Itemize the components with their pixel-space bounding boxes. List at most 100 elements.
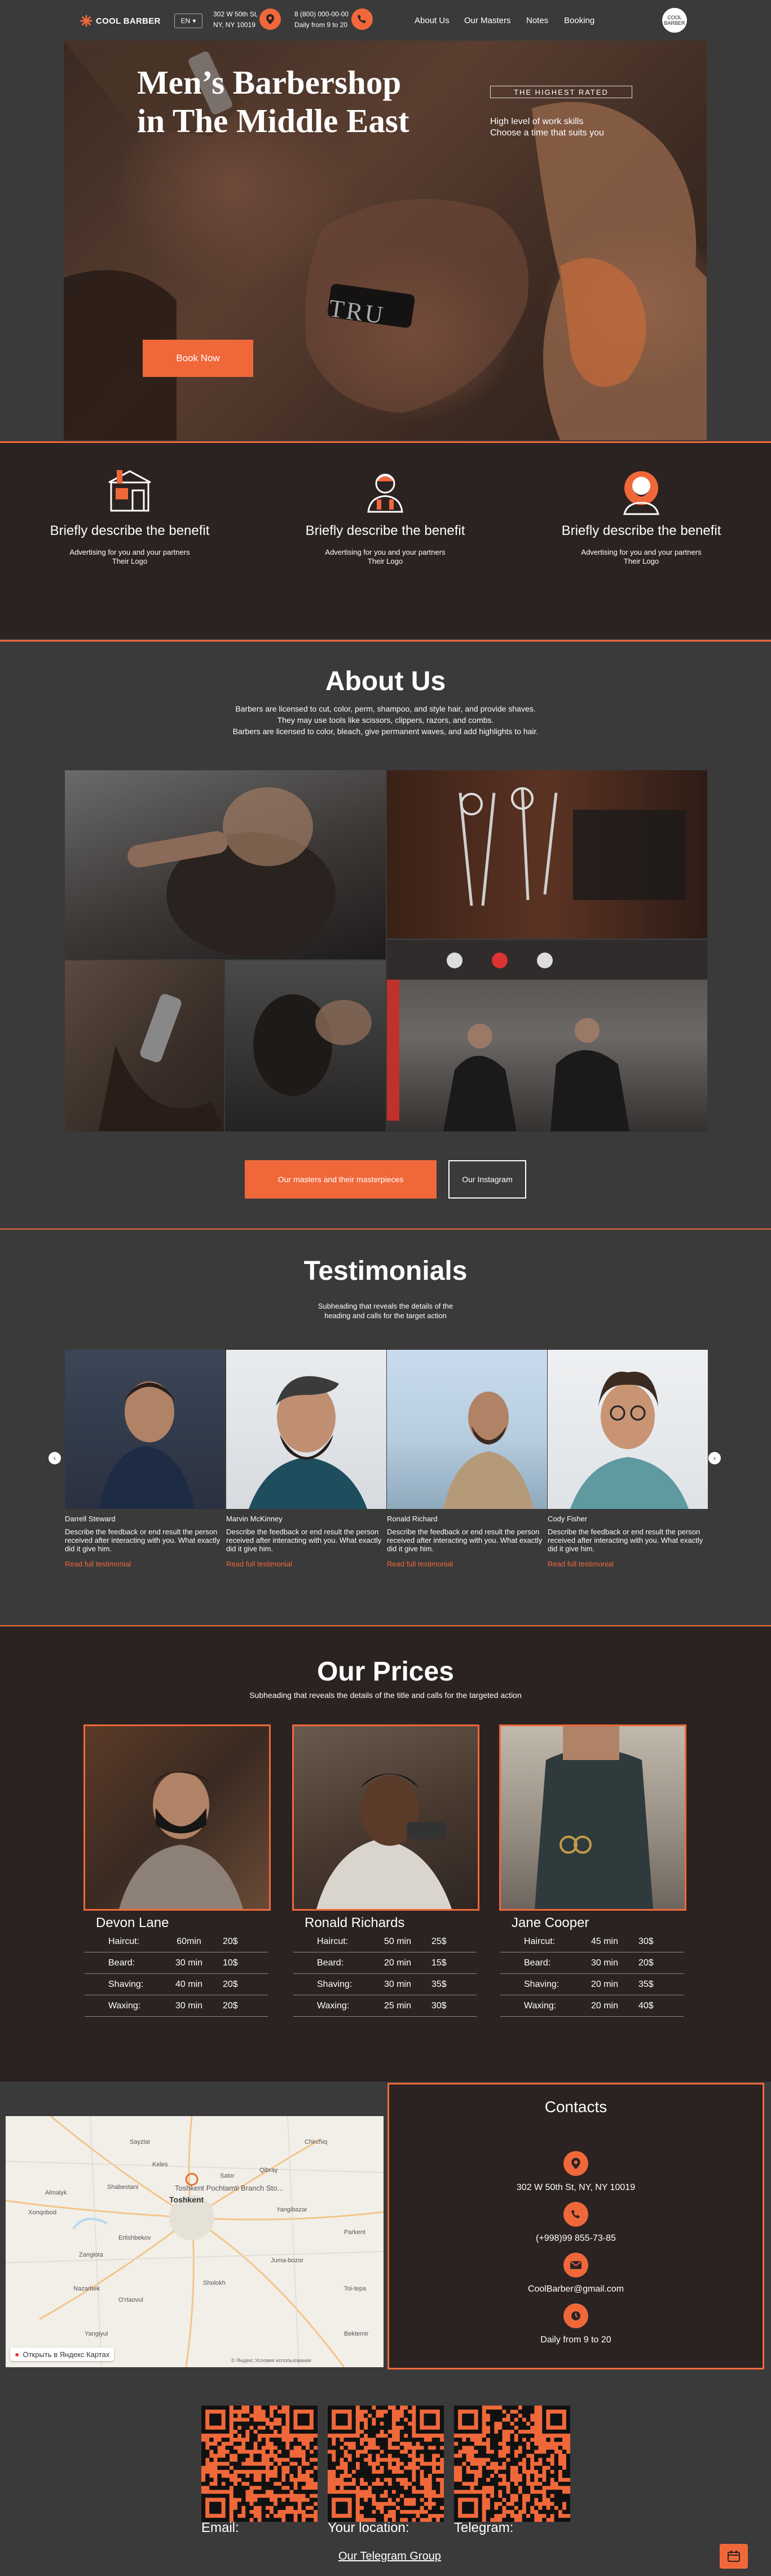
- language-value: EN: [180, 17, 191, 25]
- about-line2: They may use tools like scissors, clippe…: [277, 716, 494, 725]
- nav-notes[interactable]: Notes: [526, 16, 548, 25]
- price-row: Waxing: 20 min 40$: [500, 1995, 684, 2017]
- map-label: O'rtaovul: [118, 2297, 143, 2303]
- service-name: Beard:: [524, 1958, 551, 1968]
- hero-title: Men’s Barbershop in The Middle East: [137, 63, 409, 140]
- read-full-testimonial-link[interactable]: Read full testimonial: [226, 1560, 386, 1568]
- read-full-testimonial-link[interactable]: Read full testimonial: [387, 1560, 547, 1568]
- prices-subtitle: Subheading that reveals the details of t…: [249, 1691, 522, 1700]
- service-name: Waxing:: [108, 2000, 141, 2011]
- telegram-qr-code[interactable]: [454, 2406, 570, 2522]
- nav-about-us[interactable]: About Us: [415, 16, 450, 25]
- master-photo: [292, 1724, 479, 1911]
- location-qr-code[interactable]: [328, 2406, 444, 2522]
- testimonial-photo: [387, 1350, 547, 1509]
- testimonial-text: Describe the feedback or end result the …: [387, 1528, 543, 1553]
- gallery-photo-haircut[interactable]: [65, 770, 386, 959]
- contact-email-text[interactable]: CoolBarber@gmail.com: [389, 2284, 763, 2294]
- benefit-text: Advertising for you and your partners: [325, 548, 446, 556]
- testimonial-text: Describe the feedback or end result the …: [548, 1528, 703, 1553]
- header-badge[interactable]: COOL BARBER: [662, 8, 687, 33]
- contact-phone: (+998)99 855-73-85: [389, 2202, 763, 2244]
- benefits-section: Briefly describe the benefit Advertising…: [0, 443, 771, 639]
- map-label: Juma-bozor: [271, 2257, 304, 2264]
- gallery-photo-beard[interactable]: [65, 960, 224, 1131]
- masters-button[interactable]: Our masters and their masterpieces: [245, 1160, 437, 1199]
- benefit-text: Advertising for you and your partners: [581, 548, 702, 556]
- nav-booking[interactable]: Booking: [564, 16, 594, 25]
- hero-subtitle-line2: Choose a time that suits you: [490, 128, 604, 138]
- hero-banner: TRU Men’s Barbershop in The Middle East …: [64, 41, 707, 440]
- testimonial-text: Describe the feedback or end result the …: [226, 1528, 382, 1553]
- read-full-testimonial-link[interactable]: Read full testimonial: [65, 1560, 225, 1568]
- chevron-right-icon[interactable]: ›: [708, 1452, 721, 1464]
- logo-star-icon: [80, 15, 92, 27]
- location-pin-icon[interactable]: [259, 8, 281, 30]
- contact-address-text[interactable]: 302 W 50th St, NY, NY 10019: [389, 2183, 763, 2193]
- location-map[interactable]: Toshkent Pochtamti Branch Sto... Toshken…: [6, 2116, 384, 2367]
- map-label: Chirchiq: [305, 2139, 328, 2145]
- service-name: Haircut:: [317, 1936, 349, 1946]
- header-phone: 8 (800) 000-00-00 Daily from 9 to 20: [294, 9, 349, 30]
- service-duration: 60min: [177, 1936, 201, 1946]
- service-duration: 50 min: [384, 1936, 412, 1946]
- book-now-button[interactable]: Book Now: [143, 340, 253, 377]
- service-duration: 20 min: [591, 1979, 619, 1989]
- service-name: Beard:: [317, 1958, 344, 1968]
- contact-address: 302 W 50th St, NY, NY 10019: [389, 2151, 763, 2193]
- master-photo: [83, 1724, 271, 1911]
- service-duration: 40 min: [175, 1979, 203, 1989]
- divider: [0, 640, 771, 642]
- service-name: Waxing:: [317, 2000, 350, 2011]
- testimonial-name: Ronald Richard: [387, 1515, 438, 1523]
- map-city: Toshkent: [169, 2195, 204, 2204]
- contacts-panel: Contacts 302 W 50th St, NY, NY 10019 (+9…: [387, 2083, 764, 2369]
- logo-text: COOL BARBER: [96, 16, 161, 26]
- divider: [0, 1228, 771, 1230]
- highest-rated-badge: THE HIGHEST RATED: [490, 86, 632, 98]
- phone-number[interactable]: 8 (800) 000-00-00: [294, 9, 349, 20]
- map-label: Qibray: [259, 2167, 278, 2174]
- location-pin-icon: [563, 2151, 588, 2176]
- chevron-left-icon[interactable]: ‹: [49, 1452, 61, 1464]
- map-label: Shabestani: [107, 2184, 139, 2191]
- testimonial-photo: [65, 1350, 225, 1509]
- service-duration: 30 min: [384, 1979, 412, 1989]
- map-poi: Toshkent Pochtamti Branch Sto...: [175, 2184, 284, 2192]
- service-duration: 30 min: [591, 1958, 619, 1968]
- instagram-button[interactable]: Our Instagram: [448, 1160, 526, 1199]
- contacts-title: Contacts: [544, 2098, 607, 2116]
- booking-fab-button[interactable]: [720, 2544, 748, 2569]
- service-duration: 45 min: [591, 1936, 619, 1946]
- service-price: 30$: [638, 1936, 654, 1946]
- benefit-logo-text: Their Logo: [367, 557, 403, 565]
- testimonial-name: Darrell Steward: [65, 1515, 116, 1523]
- read-full-testimonial-link[interactable]: Read full testimonial: [548, 1560, 708, 1568]
- gallery-photo-fade[interactable]: [225, 960, 386, 1131]
- service-name: Haircut:: [524, 1936, 556, 1946]
- benefit-text: Advertising for you and your partners: [69, 548, 190, 556]
- telegram-group-link[interactable]: Our Telegram Group: [338, 2550, 441, 2563]
- master-photo: [499, 1724, 686, 1911]
- logo[interactable]: COOL BARBER: [80, 15, 161, 27]
- map-canvas[interactable]: [6, 2116, 384, 2367]
- bearded-man-icon: [623, 471, 659, 515]
- gallery-photo-salon[interactable]: [387, 940, 707, 1131]
- service-duration: 30 min: [175, 2000, 203, 2011]
- service-price: 20$: [223, 1979, 238, 1989]
- testimonials-subtitle-line2: heading and calls for the target action: [324, 1311, 447, 1320]
- map-copyright: © Яндекс Условия использования: [231, 2358, 311, 2363]
- benefit-card: Briefly describe the benefit Advertising…: [39, 466, 220, 566]
- about-line3: Barbers are licensed to color, bleach, g…: [232, 727, 539, 736]
- phone-icon[interactable]: [351, 8, 373, 30]
- open-in-yandex-maps-link[interactable]: ● Открыть в Яндекс Картах: [10, 2347, 114, 2361]
- contact-phone-text[interactable]: (+998)99 855-73-85: [389, 2233, 763, 2244]
- email-qr-code[interactable]: [201, 2406, 318, 2522]
- gallery-photo-tools[interactable]: [387, 770, 707, 938]
- contact-hours-text: Daily from 9 to 20: [540, 2335, 611, 2345]
- testimonial-name: Marvin McKinney: [226, 1515, 283, 1523]
- nav-our-masters[interactable]: Our Masters: [464, 16, 511, 25]
- service-price: 20$: [223, 1936, 238, 1946]
- language-select[interactable]: EN ▾: [174, 14, 202, 28]
- map-label: Ertishbekov: [118, 2235, 151, 2241]
